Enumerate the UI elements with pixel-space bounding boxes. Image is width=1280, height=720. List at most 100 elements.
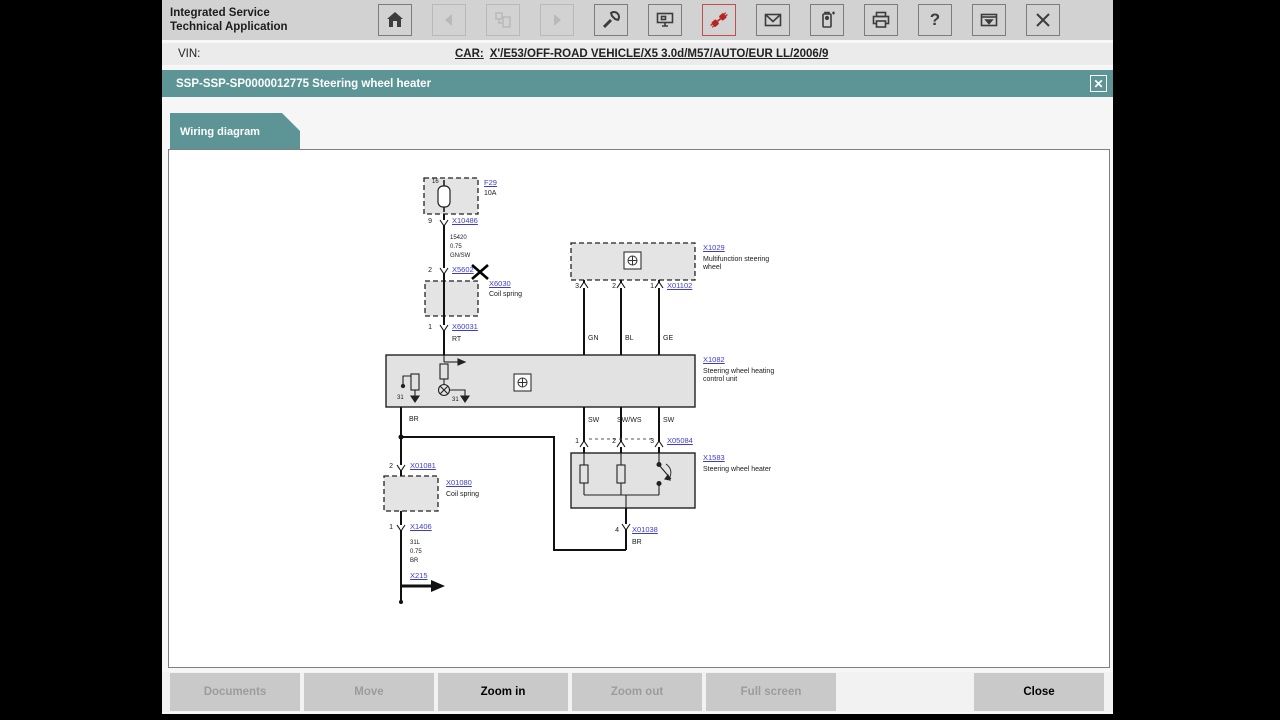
- wire-color-label: BR: [410, 558, 418, 565]
- coil-spring-bottom-link[interactable]: X01080: [446, 479, 472, 487]
- close-icon: ✕: [1093, 77, 1103, 91]
- fuse-rating: 10A: [484, 190, 496, 198]
- ista-window: Integrated Service Technical Application: [162, 0, 1113, 714]
- mfl-link[interactable]: X1029: [703, 244, 725, 252]
- connector-link[interactable]: X01038: [632, 526, 658, 534]
- vin-label: VIN:: [178, 48, 200, 60]
- vehicle-connection-icon: [709, 10, 729, 30]
- document-title: SSP-SSP-SP0000012775 Steering wheel heat…: [176, 78, 431, 90]
- screen: Integrated Service Technical Application: [0, 0, 1280, 720]
- footer-button-bar: Documents Move Zoom in Zoom out Full scr…: [162, 672, 1113, 712]
- mail-icon: [763, 10, 783, 30]
- wire-end: [399, 600, 403, 604]
- pin-number: 1: [650, 283, 654, 290]
- wiring-diagram: 16 F29 10A 9 X10486 15420 0.75 GN/SW 2 X…: [169, 150, 1109, 667]
- display-devices-button[interactable]: [648, 4, 682, 36]
- wire-circuit-label: 31L: [410, 540, 420, 547]
- control-unit-name: Steering wheel heating control unit: [703, 368, 781, 385]
- zoom-out-button[interactable]: Zoom out: [572, 673, 702, 711]
- coil-spring-top-link[interactable]: X6030: [489, 280, 511, 288]
- connector-link[interactable]: X05084: [667, 437, 693, 445]
- pin-number: 2: [612, 438, 616, 445]
- pin-number: 9: [428, 218, 432, 225]
- terminal-label: 31: [452, 397, 459, 404]
- connector-link[interactable]: X1406: [410, 523, 432, 531]
- operations-icon: [493, 10, 513, 30]
- forward-button[interactable]: [540, 4, 574, 36]
- coil-spring-bottom-name: Coil spring: [446, 491, 479, 499]
- display-devices-icon: [655, 10, 675, 30]
- wire-circuit-label: 15420: [450, 235, 467, 242]
- mouse-cursor: [472, 265, 488, 279]
- car-info: CAR: X'/E53/OFF-ROAD VEHICLE/X5 3.0d/M57/…: [455, 48, 828, 60]
- wiring-diagram-graphics: [169, 150, 1109, 667]
- full-screen-button[interactable]: Full screen: [706, 673, 836, 711]
- wire-color-label: GN/SW: [450, 253, 470, 260]
- connector-link[interactable]: X01102: [667, 282, 692, 290]
- pin-number: 2: [428, 267, 432, 274]
- car-value: X'/E53/OFF-ROAD VEHICLE/X5 3.0d/M57/AUTO…: [490, 48, 829, 60]
- tab-label: Wiring diagram: [180, 126, 260, 138]
- vehicle-info-bar: VIN: CAR: X'/E53/OFF-ROAD VEHICLE/X5 3.0d…: [162, 40, 1113, 65]
- control-unit-box: [386, 355, 695, 407]
- app-close-button[interactable]: [1026, 4, 1060, 36]
- wire-color-label: SW: [663, 417, 674, 425]
- control-unit-link[interactable]: X1082: [703, 356, 725, 364]
- ground-arrow: [401, 580, 445, 592]
- wire-color-label: SW/WS: [617, 417, 642, 425]
- wire-color-label: BR: [632, 539, 642, 547]
- car-label: CAR:: [455, 48, 484, 60]
- fuse-link[interactable]: F29: [484, 179, 497, 187]
- pin-number: 3: [575, 283, 579, 290]
- battery-button[interactable]: [810, 4, 844, 36]
- toolbar-icons: ?: [378, 4, 1060, 36]
- window-shade-button[interactable]: [972, 4, 1006, 36]
- wire-color-label: BR: [409, 416, 419, 424]
- coil-spring-bottom-box: [384, 476, 438, 511]
- heater-name: Steering wheel heater: [703, 466, 781, 474]
- connector-link[interactable]: X10486: [452, 217, 478, 225]
- zoom-in-button[interactable]: Zoom in: [438, 673, 568, 711]
- help-icon: ?: [930, 10, 940, 30]
- fuse-slot-label: 16: [432, 179, 439, 186]
- back-button[interactable]: [432, 4, 466, 36]
- steering-wheel-heater-box: [571, 453, 695, 508]
- battery-icon: [817, 10, 837, 30]
- wire-gauge-label: 0.75: [450, 244, 462, 251]
- wire-color-label: GE: [663, 335, 673, 343]
- wire-color-label: GN: [588, 335, 599, 343]
- main-toolbar: Integrated Service Technical Application: [162, 0, 1113, 40]
- app-title: Integrated Service Technical Application: [170, 6, 378, 35]
- operations-button[interactable]: [486, 4, 520, 36]
- app-title-line1: Integrated Service: [170, 6, 378, 20]
- coil-spring-top-box: [425, 281, 478, 316]
- terminal-label: 31: [397, 395, 404, 402]
- connector-link[interactable]: X60031: [452, 323, 478, 331]
- back-arrow-icon: [440, 11, 458, 29]
- move-button[interactable]: Move: [304, 673, 434, 711]
- ground-link[interactable]: X215: [410, 572, 428, 580]
- wire-color-label: RT: [452, 336, 461, 344]
- window-shade-icon: [979, 10, 999, 30]
- print-button[interactable]: [864, 4, 898, 36]
- home-icon: [385, 10, 405, 30]
- wire-junction: [399, 435, 404, 440]
- heater-link[interactable]: X1583: [703, 454, 725, 462]
- documents-button[interactable]: Documents: [170, 673, 300, 711]
- document-close-button[interactable]: ✕: [1090, 75, 1107, 92]
- vehicle-connection-button[interactable]: [702, 4, 736, 36]
- help-button[interactable]: ?: [918, 4, 952, 36]
- pin-number: 4: [615, 527, 619, 534]
- tab-wiring-diagram[interactable]: Wiring diagram: [170, 113, 300, 150]
- forward-arrow-icon: [548, 11, 566, 29]
- connector-link[interactable]: X01081: [410, 462, 436, 470]
- workshop-button[interactable]: [594, 4, 628, 36]
- mfl-name: Multifunction steering wheel: [703, 256, 781, 273]
- close-icon: [1034, 11, 1052, 29]
- home-button[interactable]: [378, 4, 412, 36]
- pin-number: 1: [428, 324, 432, 331]
- close-button[interactable]: Close: [974, 673, 1104, 711]
- document-header: SSP-SSP-SP0000012775 Steering wheel heat…: [162, 70, 1113, 97]
- connector-link[interactable]: X5602: [452, 266, 474, 274]
- mail-button[interactable]: [756, 4, 790, 36]
